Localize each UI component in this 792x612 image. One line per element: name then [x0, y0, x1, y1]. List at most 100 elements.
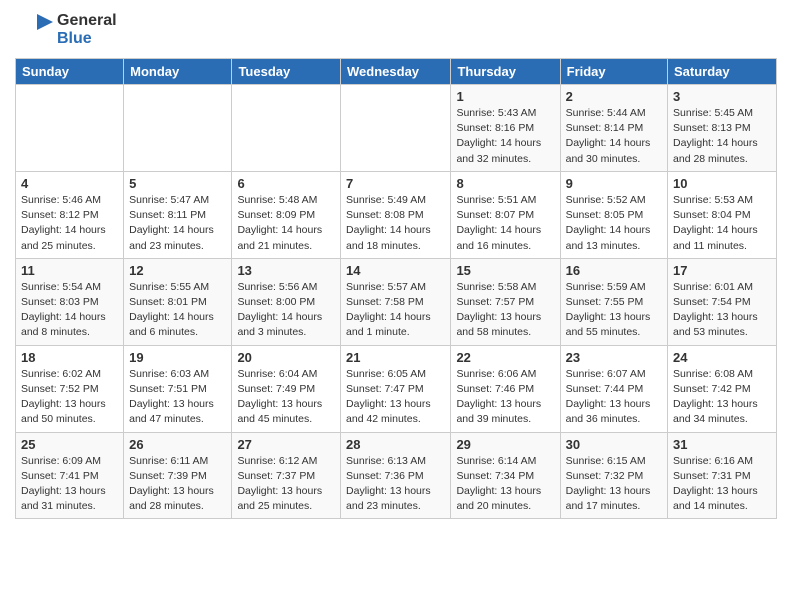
- page-container: GeneralBlue SundayMondayTuesdayWednesday…: [0, 0, 792, 529]
- calendar-cell: 12 Sunrise: 5:55 AM Sunset: 8:01 PM Dayli…: [124, 258, 232, 345]
- day-info: Sunrise: 5:44 AM Sunset: 8:14 PM Dayligh…: [566, 106, 662, 167]
- day-number: 10: [673, 176, 771, 191]
- calendar-cell: 20Sunrise: 6:04 AM Sunset: 7:49 PM Dayli…: [232, 345, 341, 432]
- calendar-cell: 16 Sunrise: 5:59 AM Sunset: 7:55 PM Dayli…: [560, 258, 667, 345]
- calendar-cell: 25 Sunrise: 6:09 AM Sunset: 7:41 PM Dayli…: [16, 432, 124, 519]
- weekday-header-saturday: Saturday: [668, 59, 777, 85]
- day-number: 17: [673, 263, 771, 278]
- day-info: Sunrise: 5:55 AM Sunset: 8:01 PM Dayligh…: [129, 280, 226, 341]
- page-header: GeneralBlue: [15, 10, 777, 50]
- calendar-cell: 3Sunrise: 5:45 AM Sunset: 8:13 PM Daylig…: [668, 85, 777, 172]
- week-row-5: 25 Sunrise: 6:09 AM Sunset: 7:41 PM Dayli…: [16, 432, 777, 519]
- logo-icon: [15, 10, 55, 50]
- day-number: 16: [566, 263, 662, 278]
- day-info: Sunrise: 5:51 AM Sunset: 8:07 PM Dayligh…: [456, 193, 554, 254]
- day-number: 25: [21, 437, 118, 452]
- calendar-cell: [232, 85, 341, 172]
- day-number: 29: [456, 437, 554, 452]
- day-number: 13: [237, 263, 335, 278]
- day-number: 18: [21, 350, 118, 365]
- day-info: Sunrise: 6:15 AM Sunset: 7:32 PM Dayligh…: [566, 454, 662, 515]
- calendar-cell: 11Sunrise: 5:54 AM Sunset: 8:03 PM Dayli…: [16, 258, 124, 345]
- day-info: Sunrise: 6:07 AM Sunset: 7:44 PM Dayligh…: [566, 367, 662, 428]
- calendar-cell: [341, 85, 451, 172]
- calendar-cell: 8 Sunrise: 5:51 AM Sunset: 8:07 PM Daylig…: [451, 171, 560, 258]
- calendar-cell: 23 Sunrise: 6:07 AM Sunset: 7:44 PM Dayli…: [560, 345, 667, 432]
- week-row-3: 11Sunrise: 5:54 AM Sunset: 8:03 PM Dayli…: [16, 258, 777, 345]
- day-info: Sunrise: 6:03 AM Sunset: 7:51 PM Dayligh…: [129, 367, 226, 428]
- day-number: 23: [566, 350, 662, 365]
- day-info: Sunrise: 5:56 AM Sunset: 8:00 PM Dayligh…: [237, 280, 335, 341]
- logo: GeneralBlue: [15, 10, 117, 50]
- day-info: Sunrise: 6:13 AM Sunset: 7:36 PM Dayligh…: [346, 454, 445, 515]
- week-row-4: 18Sunrise: 6:02 AM Sunset: 7:52 PM Dayli…: [16, 345, 777, 432]
- calendar-cell: 5Sunrise: 5:47 AM Sunset: 8:11 PM Daylig…: [124, 171, 232, 258]
- calendar-cell: 9Sunrise: 5:52 AM Sunset: 8:05 PM Daylig…: [560, 171, 667, 258]
- calendar-cell: 4 Sunrise: 5:46 AM Sunset: 8:12 PM Daylig…: [16, 171, 124, 258]
- day-number: 3: [673, 89, 771, 104]
- calendar-cell: 18Sunrise: 6:02 AM Sunset: 7:52 PM Dayli…: [16, 345, 124, 432]
- day-info: Sunrise: 5:54 AM Sunset: 8:03 PM Dayligh…: [21, 280, 118, 341]
- calendar-cell: 31Sunrise: 6:16 AM Sunset: 7:31 PM Dayli…: [668, 432, 777, 519]
- day-number: 19: [129, 350, 226, 365]
- calendar-cell: [124, 85, 232, 172]
- day-info: Sunrise: 5:49 AM Sunset: 8:08 PM Dayligh…: [346, 193, 445, 254]
- day-number: 12: [129, 263, 226, 278]
- calendar-cell: 28 Sunrise: 6:13 AM Sunset: 7:36 PM Dayli…: [341, 432, 451, 519]
- calendar-cell: 6 Sunrise: 5:48 AM Sunset: 8:09 PM Daylig…: [232, 171, 341, 258]
- day-info: Sunrise: 5:53 AM Sunset: 8:04 PM Dayligh…: [673, 193, 771, 254]
- calendar-cell: [16, 85, 124, 172]
- day-info: Sunrise: 6:05 AM Sunset: 7:47 PM Dayligh…: [346, 367, 445, 428]
- calendar-cell: 27 Sunrise: 6:12 AM Sunset: 7:37 PM Dayli…: [232, 432, 341, 519]
- day-number: 14: [346, 263, 445, 278]
- day-number: 27: [237, 437, 335, 452]
- weekday-header-tuesday: Tuesday: [232, 59, 341, 85]
- calendar-cell: 2 Sunrise: 5:44 AM Sunset: 8:14 PM Daylig…: [560, 85, 667, 172]
- day-number: 28: [346, 437, 445, 452]
- day-number: 9: [566, 176, 662, 191]
- calendar-cell: 1Sunrise: 5:43 AM Sunset: 8:16 PM Daylig…: [451, 85, 560, 172]
- day-info: Sunrise: 6:09 AM Sunset: 7:41 PM Dayligh…: [21, 454, 118, 515]
- weekday-header-row: SundayMondayTuesdayWednesdayThursdayFrid…: [16, 59, 777, 85]
- day-number: 20: [237, 350, 335, 365]
- day-info: Sunrise: 5:57 AM Sunset: 7:58 PM Dayligh…: [346, 280, 445, 341]
- calendar-cell: 15Sunrise: 5:58 AM Sunset: 7:57 PM Dayli…: [451, 258, 560, 345]
- calendar-cell: 21 Sunrise: 6:05 AM Sunset: 7:47 PM Dayli…: [341, 345, 451, 432]
- week-row-1: 1Sunrise: 5:43 AM Sunset: 8:16 PM Daylig…: [16, 85, 777, 172]
- day-number: 2: [566, 89, 662, 104]
- day-info: Sunrise: 6:11 AM Sunset: 7:39 PM Dayligh…: [129, 454, 226, 515]
- day-info: Sunrise: 5:59 AM Sunset: 7:55 PM Dayligh…: [566, 280, 662, 341]
- calendar-cell: 13 Sunrise: 5:56 AM Sunset: 8:00 PM Dayli…: [232, 258, 341, 345]
- day-number: 15: [456, 263, 554, 278]
- calendar-cell: 14 Sunrise: 5:57 AM Sunset: 7:58 PM Dayli…: [341, 258, 451, 345]
- day-info: Sunrise: 5:48 AM Sunset: 8:09 PM Dayligh…: [237, 193, 335, 254]
- day-info: Sunrise: 5:46 AM Sunset: 8:12 PM Dayligh…: [21, 193, 118, 254]
- calendar-cell: 26 Sunrise: 6:11 AM Sunset: 7:39 PM Dayli…: [124, 432, 232, 519]
- day-info: Sunrise: 6:12 AM Sunset: 7:37 PM Dayligh…: [237, 454, 335, 515]
- calendar-cell: 30 Sunrise: 6:15 AM Sunset: 7:32 PM Dayli…: [560, 432, 667, 519]
- calendar-cell: 10 Sunrise: 5:53 AM Sunset: 8:04 PM Dayli…: [668, 171, 777, 258]
- calendar-cell: 24 Sunrise: 6:08 AM Sunset: 7:42 PM Dayli…: [668, 345, 777, 432]
- day-number: 26: [129, 437, 226, 452]
- day-number: 30: [566, 437, 662, 452]
- day-number: 6: [237, 176, 335, 191]
- day-number: 4: [21, 176, 118, 191]
- day-info: Sunrise: 6:08 AM Sunset: 7:42 PM Dayligh…: [673, 367, 771, 428]
- calendar-cell: 19 Sunrise: 6:03 AM Sunset: 7:51 PM Dayli…: [124, 345, 232, 432]
- calendar-table: SundayMondayTuesdayWednesdayThursdayFrid…: [15, 58, 777, 519]
- day-number: 21: [346, 350, 445, 365]
- week-row-2: 4 Sunrise: 5:46 AM Sunset: 8:12 PM Daylig…: [16, 171, 777, 258]
- day-number: 24: [673, 350, 771, 365]
- weekday-header-sunday: Sunday: [16, 59, 124, 85]
- day-number: 5: [129, 176, 226, 191]
- day-info: Sunrise: 6:16 AM Sunset: 7:31 PM Dayligh…: [673, 454, 771, 515]
- calendar-cell: 17Sunrise: 6:01 AM Sunset: 7:54 PM Dayli…: [668, 258, 777, 345]
- weekday-header-monday: Monday: [124, 59, 232, 85]
- day-number: 7: [346, 176, 445, 191]
- weekday-header-thursday: Thursday: [451, 59, 560, 85]
- day-number: 8: [456, 176, 554, 191]
- day-info: Sunrise: 6:14 AM Sunset: 7:34 PM Dayligh…: [456, 454, 554, 515]
- weekday-header-wednesday: Wednesday: [341, 59, 451, 85]
- weekday-header-friday: Friday: [560, 59, 667, 85]
- calendar-cell: 29 Sunrise: 6:14 AM Sunset: 7:34 PM Dayli…: [451, 432, 560, 519]
